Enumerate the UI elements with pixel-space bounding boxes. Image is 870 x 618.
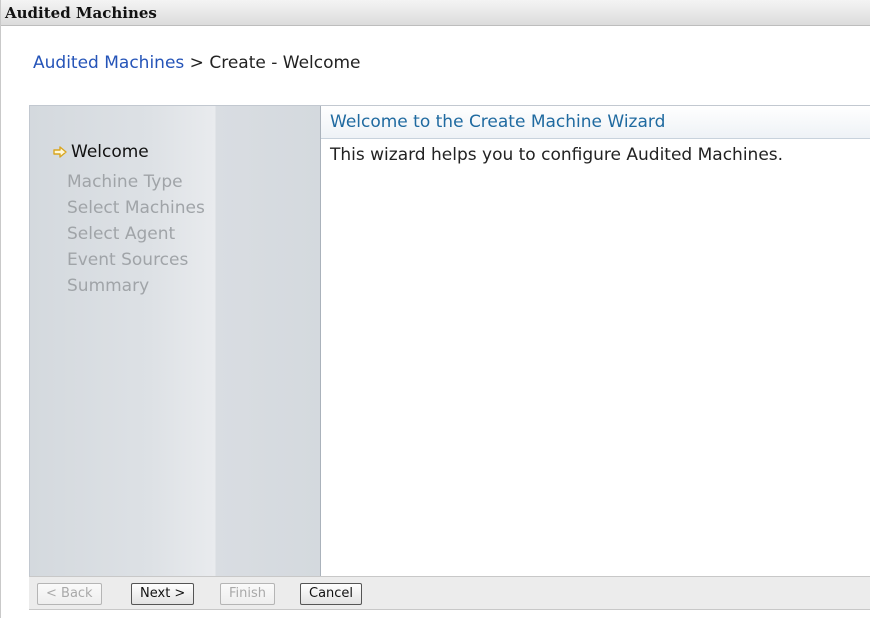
breadcrumb-link-audited-machines[interactable]: Audited Machines [33,53,184,73]
wizard-step-select-machines: Select Machines [67,198,205,218]
window-title-bar: Audited Machines [1,0,870,26]
back-button[interactable]: < Back [37,583,102,605]
wizard-step-label: Event Sources [67,250,189,270]
cancel-button[interactable]: Cancel [300,583,363,605]
wizard-content-title: Welcome to the Create Machine Wizard [321,106,870,139]
next-button[interactable]: Next > [131,583,195,605]
breadcrumb-separator: > [184,53,210,73]
wizard-step-label: Machine Type [67,172,183,192]
wizard-content-description: This wizard helps you to configure Audit… [330,145,784,165]
breadcrumb: Audited Machines > Create - Welcome [33,53,361,73]
wizard-step-select-agent: Select Agent [67,224,175,244]
breadcrumb-current: Create - Welcome [209,53,361,73]
wizard-step-welcome: Welcome [53,142,149,162]
finish-button[interactable]: Finish [220,583,276,605]
wizard-content: Welcome to the Create Machine Wizard Thi… [321,106,870,577]
window-title: Audited Machines [5,4,157,22]
wizard-button-bar: < Back Next > Finish Cancel [29,576,870,610]
wizard-step-event-sources: Event Sources [67,250,188,270]
wizard-step-machine-type: Machine Type [67,172,183,192]
wizard-step-label: Summary [67,276,150,296]
wizard-steps-sidebar: Welcome Machine Type Select Machines Sel… [30,106,321,577]
wizard-step-label: Select Agent [67,224,176,244]
wizard-step-summary: Summary [67,276,149,296]
wizard-step-label: Welcome [71,142,149,162]
wizard-step-label: Select Machines [67,198,205,218]
wizard-panel: Welcome Machine Type Select Machines Sel… [29,105,870,577]
arrow-right-icon [53,146,67,158]
